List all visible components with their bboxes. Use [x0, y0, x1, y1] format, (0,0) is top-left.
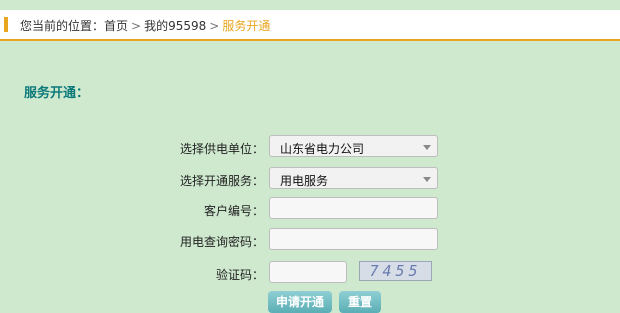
section-title: 服务开通：	[24, 86, 90, 101]
customer-no-label: 客户编号：	[203, 204, 264, 218]
reset-button[interactable]: 重置	[339, 291, 381, 313]
query-password-row: 用电查询密码：	[150, 228, 450, 252]
service-select[interactable]: 用电服务	[269, 167, 438, 189]
query-password-label: 用电查询密码：	[179, 235, 264, 249]
breadcrumb-my95598-link[interactable]: 我的95598	[144, 17, 206, 34]
chevron-down-icon	[423, 177, 431, 182]
customer-no-input[interactable]	[269, 197, 438, 219]
service-select-value: 用电服务	[280, 174, 329, 188]
service-row: 选择开通服务： 用电服务	[150, 167, 450, 191]
breadcrumb-current: 服务开通	[222, 19, 271, 33]
submit-button[interactable]: 申请开通	[268, 291, 332, 313]
captcha-image[interactable]: 7455	[359, 261, 432, 281]
breadcrumb-prefix: 您当前的位置：	[20, 19, 105, 33]
breadcrumb-bar: 您当前的位置：首页 > 我的95598 > 服务开通	[0, 10, 620, 41]
breadcrumb-separator: >	[209, 19, 220, 33]
chevron-down-icon	[423, 145, 431, 150]
breadcrumb-marker	[4, 17, 8, 32]
captcha-input[interactable]	[269, 261, 347, 283]
captcha-label: 验证码：	[215, 268, 264, 282]
supplier-label: 选择供电单位：	[179, 142, 264, 156]
service-label: 选择开通服务：	[179, 174, 264, 188]
breadcrumb-separator: >	[131, 19, 142, 33]
supplier-select[interactable]: 山东省电力公司	[269, 135, 438, 157]
supplier-row: 选择供电单位： 山东省电力公司	[150, 135, 450, 159]
supplier-select-value: 山东省电力公司	[280, 142, 365, 156]
captcha-row: 验证码： 7455	[150, 261, 450, 285]
customer-no-row: 客户编号：	[150, 197, 450, 221]
top-strip	[0, 0, 620, 10]
query-password-input[interactable]	[269, 228, 438, 250]
breadcrumb: 您当前的位置：首页 > 我的95598 > 服务开通	[20, 17, 270, 34]
breadcrumb-home-link[interactable]: 首页	[104, 17, 128, 34]
